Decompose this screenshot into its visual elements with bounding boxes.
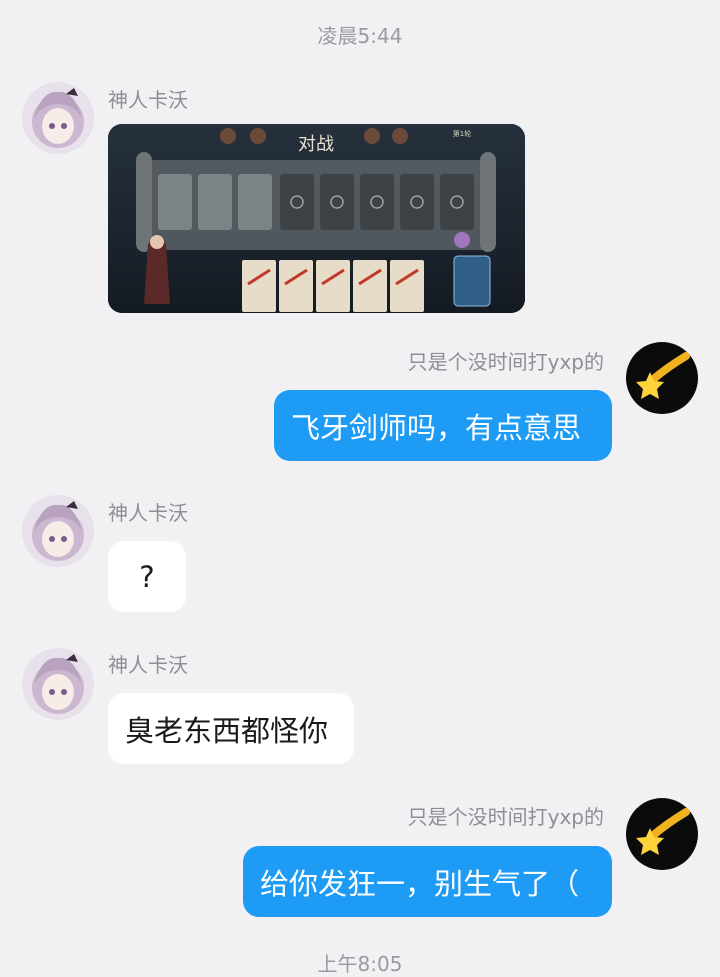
message-text: ?	[139, 559, 155, 594]
shooting-star-avatar-icon	[626, 342, 698, 414]
sender-name: 神人卡沃	[108, 501, 188, 525]
sender-name: 神人卡沃	[108, 653, 188, 677]
anime-girl-avatar-icon	[22, 648, 94, 720]
message-bubble[interactable]: 臭老东西都怪你	[108, 693, 354, 764]
image-message[interactable]: 对战 第1轮	[108, 124, 525, 313]
anime-girl-avatar-icon	[22, 495, 94, 567]
avatar[interactable]	[626, 342, 698, 414]
message-bubble[interactable]: 给你发狂一，别生气了（	[243, 846, 612, 917]
message-text: 臭老东西都怪你	[125, 713, 329, 748]
round-badge: 第1轮	[453, 129, 471, 138]
timestamp: 凌晨5:44	[317, 24, 403, 48]
avatar[interactable]	[626, 798, 698, 870]
sender-name: 神人卡沃	[108, 88, 188, 112]
game-screenshot-image: 对战 第1轮	[108, 124, 525, 313]
sender-name: 只是个没时间打yxp的	[407, 350, 604, 374]
anime-girl-avatar-icon	[22, 82, 94, 154]
game-title: 对战	[298, 134, 334, 155]
avatar[interactable]	[22, 82, 94, 154]
shooting-star-avatar-icon	[626, 798, 698, 870]
message-bubble[interactable]: 飞牙剑师吗，有点意思	[274, 390, 612, 461]
message-text: 给你发狂一，别生气了（	[260, 866, 580, 901]
timestamp: 上午8:05	[317, 952, 403, 976]
sender-name: 只是个没时间打yxp的	[407, 805, 604, 829]
avatar[interactable]	[22, 495, 94, 567]
message-text: 飞牙剑师吗，有点意思	[291, 410, 582, 445]
avatar[interactable]	[22, 648, 94, 720]
message-bubble[interactable]: ?	[108, 541, 186, 612]
